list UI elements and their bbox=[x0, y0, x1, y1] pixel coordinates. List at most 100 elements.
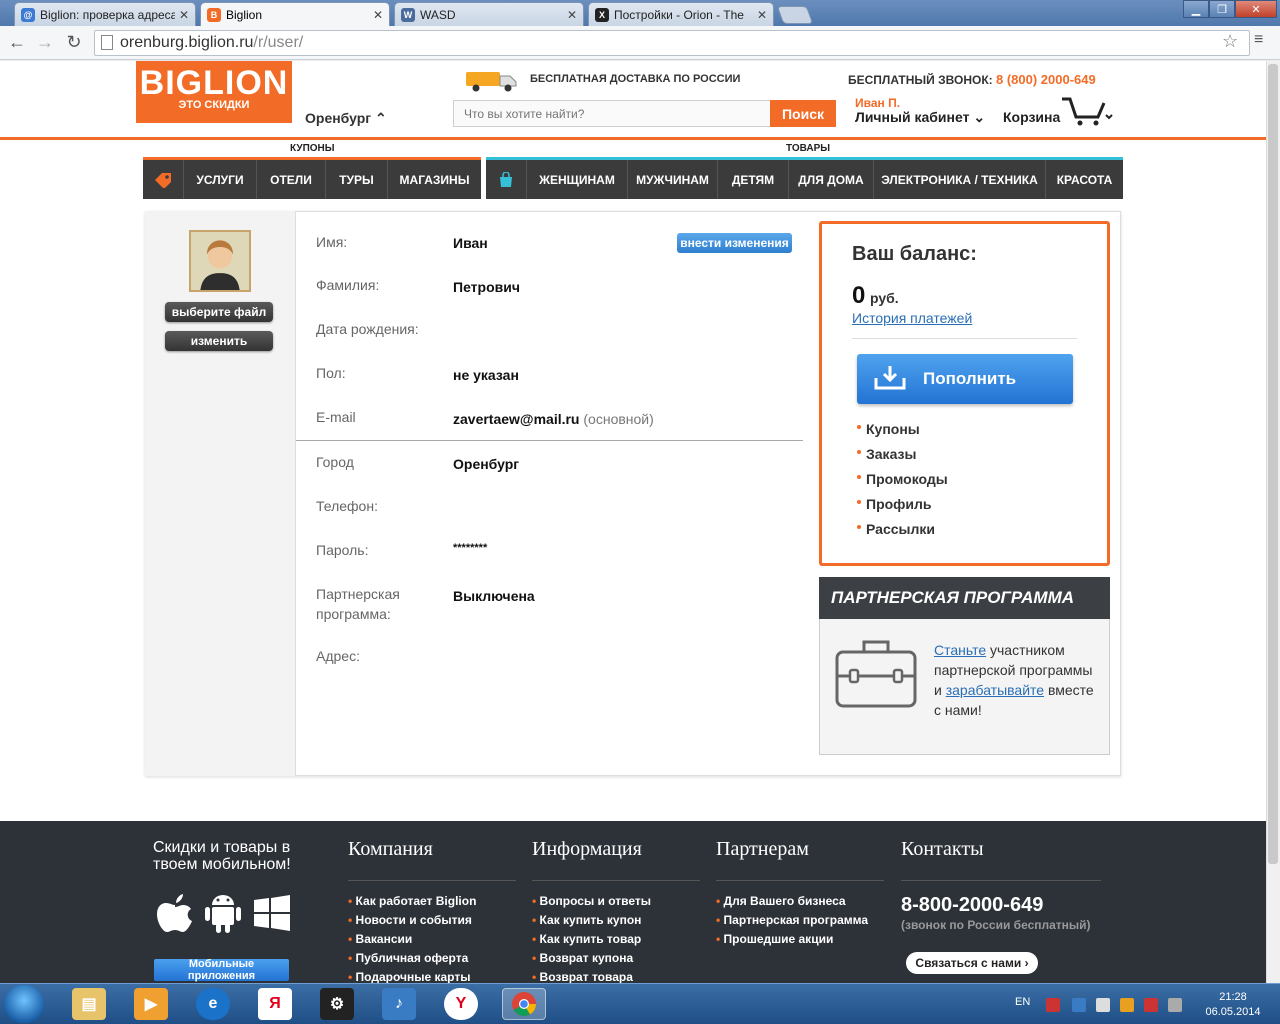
favicon-icon: B bbox=[207, 7, 221, 22]
menu-coupons[interactable]: Купоны bbox=[866, 421, 920, 437]
cart-icon[interactable] bbox=[1060, 95, 1114, 127]
menu-profile[interactable]: Профиль bbox=[866, 496, 932, 512]
scrollbar-thumb[interactable] bbox=[1268, 64, 1278, 864]
close-window-button[interactable]: ✕ bbox=[1235, 0, 1277, 18]
nav-item-hotels[interactable]: ОТЕЛИ bbox=[256, 160, 325, 199]
back-icon[interactable]: ← bbox=[6, 31, 28, 53]
menu-icon[interactable]: ≡ bbox=[1254, 31, 1263, 49]
minimize-button[interactable]: ▁ bbox=[1183, 0, 1209, 18]
balance-currency: руб. bbox=[870, 290, 899, 306]
become-partner-link[interactable]: Станьте bbox=[934, 642, 986, 658]
mobile-apps-button[interactable]: Мобильные приложения bbox=[154, 958, 289, 982]
email-value: zavertaew@mail.ru (основной) bbox=[453, 411, 654, 427]
sound-app-icon[interactable]: ♪ bbox=[382, 988, 416, 1020]
footer-link[interactable]: Вопросы и ответы bbox=[532, 894, 651, 908]
search-input[interactable] bbox=[453, 100, 771, 127]
footer-link[interactable]: Как купить купон bbox=[532, 913, 642, 927]
close-tab-icon[interactable]: ✕ bbox=[373, 8, 383, 22]
yandex-icon[interactable]: Я bbox=[258, 988, 292, 1020]
shopping-bag-icon[interactable] bbox=[486, 160, 526, 199]
edit-profile-button[interactable]: внести изменения bbox=[677, 233, 792, 253]
contact-us-button[interactable]: Связаться с нами › bbox=[906, 952, 1038, 974]
mobile-title: Скидки и товары в твоем мобильном! bbox=[153, 839, 291, 873]
nav-item-shops[interactable]: МАГАЗИНЫ bbox=[387, 160, 481, 199]
bullet-icon bbox=[857, 425, 861, 429]
action-center-icon[interactable] bbox=[1168, 998, 1182, 1012]
footer-heading-partners: Партнерам bbox=[716, 838, 809, 860]
android-icon[interactable] bbox=[205, 891, 241, 933]
steam-icon[interactable]: ⚙ bbox=[320, 988, 354, 1020]
nav-item-women[interactable]: ЖЕНЩИНАМ bbox=[526, 160, 627, 199]
city-value: Оренбург bbox=[453, 456, 520, 472]
close-tab-icon[interactable]: ✕ bbox=[567, 8, 577, 22]
biglion-logo[interactable]: BIGLION ЭТО СКИДКИ bbox=[136, 61, 292, 123]
password-value: ******** bbox=[453, 542, 488, 554]
nav-item-beauty[interactable]: КРАСОТА bbox=[1045, 160, 1123, 199]
footer-link[interactable]: Новости и события bbox=[348, 913, 472, 927]
menu-newsletters[interactable]: Рассылки bbox=[866, 521, 935, 537]
footer-link[interactable]: Возврат товара bbox=[532, 970, 633, 984]
change-avatar-button[interactable]: изменить bbox=[165, 331, 273, 351]
footer-link[interactable]: Для Вашего бизнеса bbox=[716, 894, 846, 908]
language-indicator[interactable]: EN bbox=[1015, 996, 1030, 1008]
menu-orders[interactable]: Заказы bbox=[866, 446, 916, 462]
yandex-browser-icon[interactable]: Y bbox=[444, 988, 478, 1020]
nav-item-kids[interactable]: ДЕТЯМ bbox=[717, 160, 788, 199]
footer-link[interactable]: Публичная оферта bbox=[348, 951, 469, 965]
footer-link[interactable]: Возврат купона bbox=[532, 951, 634, 965]
field-label: Адрес: bbox=[316, 648, 360, 664]
payment-history-link[interactable]: История платежей bbox=[852, 310, 972, 326]
bookmark-star-icon[interactable]: ☆ bbox=[1222, 31, 1238, 52]
nav-item-tours[interactable]: ТУРЫ bbox=[325, 160, 387, 199]
city-selector[interactable]: Оренбург ⌃ bbox=[305, 110, 387, 127]
windows-icon[interactable] bbox=[254, 895, 290, 931]
footer-link[interactable]: Партнерская программа bbox=[716, 913, 868, 927]
new-tab-button[interactable] bbox=[776, 6, 814, 24]
maximize-button[interactable]: ❐ bbox=[1209, 0, 1235, 18]
bullet-icon bbox=[857, 500, 861, 504]
media-player-icon[interactable]: ▶ bbox=[134, 988, 168, 1020]
earn-link[interactable]: зарабатывайте bbox=[946, 682, 1044, 698]
explorer-icon[interactable]: ▤ bbox=[72, 988, 106, 1020]
footer-heading-company: Компания bbox=[348, 838, 433, 860]
chrome-icon[interactable] bbox=[502, 988, 546, 1020]
search-button[interactable]: Поиск bbox=[770, 100, 836, 127]
footer-link[interactable]: Подарочные карты bbox=[348, 970, 471, 984]
volume-icon[interactable] bbox=[1096, 998, 1110, 1012]
cart-link[interactable]: Корзина bbox=[1003, 109, 1060, 125]
tag-icon[interactable] bbox=[143, 160, 183, 199]
choose-file-button[interactable]: выберите файл bbox=[165, 302, 273, 322]
browser-tab[interactable]: @ Biglion: проверка адреса ✕ bbox=[14, 2, 196, 26]
nav-item-electronics[interactable]: ЭЛЕКТРОНИКА / ТЕХНИКА bbox=[873, 160, 1045, 199]
app-icon[interactable]: e bbox=[196, 988, 230, 1020]
nav-item-services[interactable]: УСЛУГИ bbox=[183, 160, 256, 199]
tray-app-icon[interactable] bbox=[1072, 998, 1086, 1012]
menu-promocodes[interactable]: Промокоды bbox=[866, 471, 948, 487]
nav-item-men[interactable]: МУЖЧИНАМ bbox=[627, 160, 717, 199]
url-text[interactable]: orenburg.biglion.ru/r/user/ bbox=[120, 34, 303, 52]
browser-tab[interactable]: W WASD ✕ bbox=[394, 2, 584, 26]
network-icon[interactable] bbox=[1046, 998, 1060, 1012]
start-button[interactable] bbox=[4, 985, 44, 1023]
footer-heading-info: Информация bbox=[532, 838, 642, 860]
reload-icon[interactable]: ↻ bbox=[63, 31, 85, 53]
footer-divider bbox=[716, 880, 884, 881]
personal-cabinet-menu[interactable]: Личный кабинет ⌄ bbox=[855, 109, 985, 126]
goods-label: ТОВАРЫ bbox=[786, 143, 831, 154]
close-tab-icon[interactable]: ✕ bbox=[757, 8, 767, 22]
hotline-phone[interactable]: 8 (800) 2000-649 bbox=[996, 72, 1096, 87]
nav-item-home[interactable]: ДЛЯ ДОМА bbox=[788, 160, 873, 199]
footer-phone[interactable]: 8-800-2000-649 bbox=[901, 894, 1043, 917]
clock[interactable]: 21:28 06.05.2014 bbox=[1200, 990, 1266, 1020]
apple-icon[interactable] bbox=[157, 893, 193, 933]
footer-link[interactable]: Как работает Biglion bbox=[348, 894, 477, 908]
tray-app-icon[interactable] bbox=[1120, 998, 1134, 1012]
browser-tab-active[interactable]: B Biglion ✕ bbox=[200, 2, 390, 26]
tray-app-icon[interactable] bbox=[1144, 998, 1158, 1012]
footer-link[interactable]: Прошедшие акции bbox=[716, 932, 834, 946]
close-tab-icon[interactable]: ✕ bbox=[179, 8, 189, 22]
footer-link[interactable]: Вакансии bbox=[348, 932, 413, 946]
forward-icon[interactable]: → bbox=[34, 31, 56, 53]
footer-link[interactable]: Как купить товар bbox=[532, 932, 642, 946]
browser-tab[interactable]: X Постройки - Orion - The ✕ bbox=[588, 2, 774, 26]
